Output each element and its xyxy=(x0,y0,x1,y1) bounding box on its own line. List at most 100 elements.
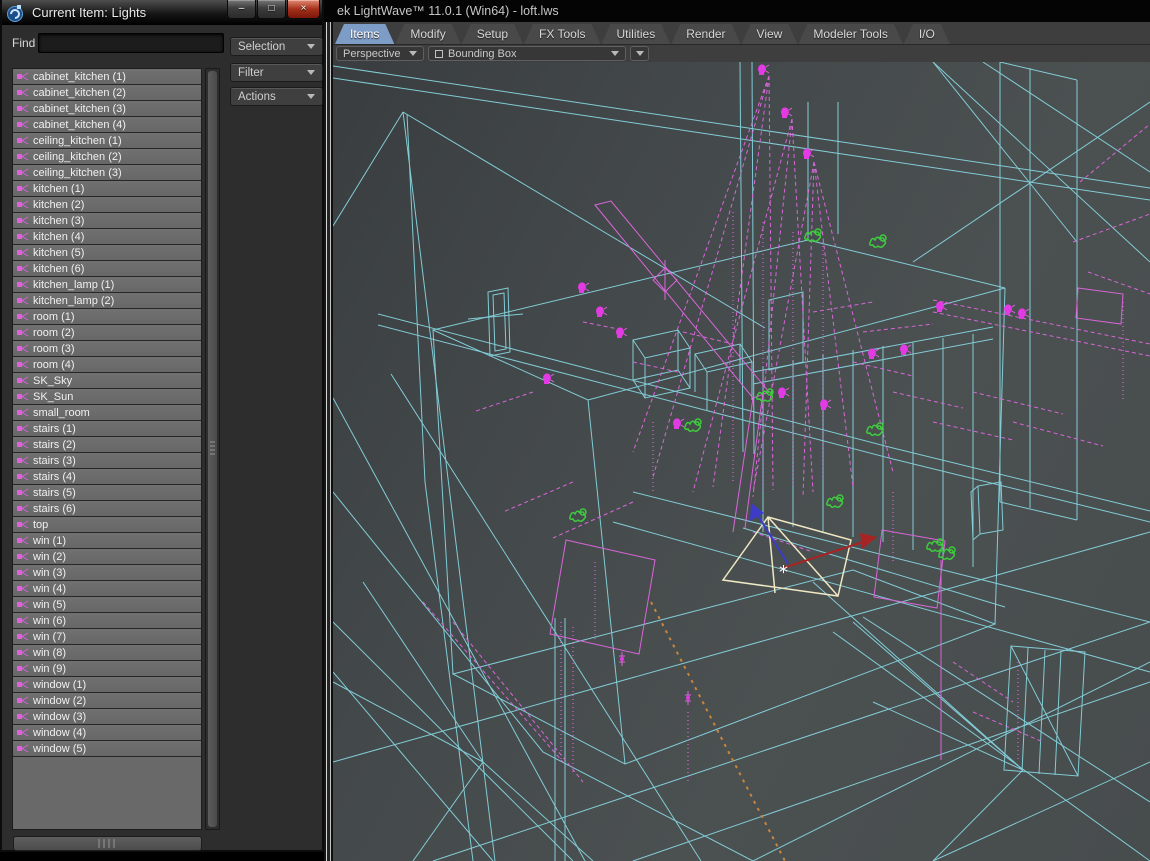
spotlight-icon xyxy=(17,552,29,561)
spotlight-icon xyxy=(17,424,29,433)
light-list-item[interactable]: win (5) xyxy=(13,597,201,613)
light-list-item[interactable]: kitchen (4) xyxy=(13,229,201,245)
light-list-item[interactable]: window (3) xyxy=(13,709,201,725)
light-list-item[interactable]: room (4) xyxy=(13,357,201,373)
light-list-item[interactable]: window (2) xyxy=(13,693,201,709)
light-list-item[interactable]: cabinet_kitchen (4) xyxy=(13,117,201,133)
spotlight-icon xyxy=(17,72,29,81)
light-list-item[interactable]: win (4) xyxy=(13,581,201,597)
menu-tab[interactable]: Utilities xyxy=(602,24,671,44)
light-list-item[interactable]: window (4) xyxy=(13,725,201,741)
light-list-item[interactable]: kitchen (5) xyxy=(13,245,201,261)
light-list-item[interactable]: SK_Sun xyxy=(13,389,201,405)
menu-tab[interactable]: Setup xyxy=(462,24,523,44)
chevron-down-icon xyxy=(307,44,315,49)
spotlight-icon xyxy=(17,488,29,497)
light-list-item[interactable]: stairs (6) xyxy=(13,501,201,517)
light-list-item[interactable]: window (1) xyxy=(13,677,201,693)
horizontal-scrollbar[interactable] xyxy=(13,836,202,851)
light-list-item[interactable]: room (2) xyxy=(13,325,201,341)
menu-tab[interactable]: Items xyxy=(335,24,394,44)
light-list-item[interactable]: ceiling_kitchen (3) xyxy=(13,165,201,181)
menu-tab[interactable]: Modeler Tools xyxy=(798,24,902,44)
view-mode-dropdown[interactable]: Perspective xyxy=(336,46,424,61)
light-list-item[interactable]: top xyxy=(13,517,201,533)
spotlight-icon xyxy=(17,648,29,657)
light-list-item[interactable]: ceiling_kitchen (2) xyxy=(13,149,201,165)
maximize-button[interactable]: □ xyxy=(257,0,286,19)
spotlight-icon xyxy=(17,104,29,113)
wireframe-scene: * xyxy=(333,62,1150,861)
spotlight-icon xyxy=(17,456,29,465)
spotlight-icon xyxy=(17,680,29,689)
display-mode-dropdown[interactable]: Bounding Box xyxy=(428,46,626,61)
light-list-item[interactable]: cabinet_kitchen (1) xyxy=(13,69,201,85)
light-list-item[interactable]: win (3) xyxy=(13,565,201,581)
dropdown-button[interactable]: Filter xyxy=(230,63,323,82)
light-list-item[interactable]: kitchen (2) xyxy=(13,197,201,213)
pivot-marker: * xyxy=(779,562,788,583)
light-list-item[interactable]: win (7) xyxy=(13,629,201,645)
light-list-item[interactable]: small_room xyxy=(13,405,201,421)
spotlight-icon xyxy=(17,504,29,513)
panel-window-buttons: – □ × xyxy=(227,0,320,19)
viewport-toolbar: Perspective Bounding Box xyxy=(333,45,1150,62)
menu-tab[interactable]: Render xyxy=(671,24,740,44)
menu-tab[interactable]: I/O xyxy=(904,24,950,44)
light-list-item[interactable]: win (8) xyxy=(13,645,201,661)
light-list-item[interactable]: kitchen (6) xyxy=(13,261,201,277)
minimize-button[interactable]: – xyxy=(227,0,256,19)
light-list-item[interactable]: kitchen_lamp (2) xyxy=(13,293,201,309)
spotlight-icon xyxy=(17,216,29,225)
perspective-viewport[interactable]: * xyxy=(333,62,1150,861)
light-list-item[interactable]: kitchen (3) xyxy=(13,213,201,229)
panel-menu-column: Selection Filter Actions xyxy=(230,37,323,111)
menu-tab[interactable]: Modify xyxy=(395,24,460,44)
light-list-item[interactable]: win (2) xyxy=(13,549,201,565)
spotlight-icon xyxy=(17,520,29,529)
spotlight-icon xyxy=(17,200,29,209)
light-list-item[interactable]: room (1) xyxy=(13,309,201,325)
spotlight-icon xyxy=(17,328,29,337)
menu-tab[interactable]: FX Tools xyxy=(524,24,600,44)
light-list-item[interactable]: stairs (3) xyxy=(13,453,201,469)
light-list-item[interactable]: kitchen (1) xyxy=(13,181,201,197)
dropdown-button[interactable]: Actions xyxy=(230,87,323,106)
vertical-scrollbar-thumb[interactable] xyxy=(208,71,217,827)
lightwave-logo-icon xyxy=(6,4,24,22)
spotlight-icon xyxy=(17,264,29,273)
chevron-down-icon xyxy=(611,51,619,56)
dropdown-button[interactable]: Selection xyxy=(230,37,323,56)
chevron-down-icon xyxy=(409,51,417,56)
light-list-item[interactable]: stairs (2) xyxy=(13,437,201,453)
light-list-item[interactable]: win (6) xyxy=(13,613,201,629)
menu-tab-bar: Items Modify Setup FX Tools Utilities Re… xyxy=(333,22,1150,45)
light-list-item[interactable]: kitchen_lamp (1) xyxy=(13,277,201,293)
spotlight-icon xyxy=(17,296,29,305)
menu-tab[interactable]: View xyxy=(742,24,798,44)
light-list-item[interactable]: win (9) xyxy=(13,661,201,677)
vertical-scrollbar[interactable] xyxy=(205,68,220,830)
light-list-item[interactable]: cabinet_kitchen (2) xyxy=(13,85,201,101)
light-list-item[interactable]: win (1) xyxy=(13,533,201,549)
find-input[interactable] xyxy=(38,33,224,53)
light-list-item[interactable]: ceiling_kitchen (1) xyxy=(13,133,201,149)
light-list-item[interactable]: cabinet_kitchen (3) xyxy=(13,101,201,117)
spotlight-icon xyxy=(17,728,29,737)
spotlight-icon xyxy=(17,568,29,577)
display-options-dropdown[interactable] xyxy=(630,46,649,61)
main-window-title: ek LightWave™ 11.0.1 (Win64) - loft.lws xyxy=(337,4,559,18)
spotlight-icon xyxy=(17,88,29,97)
light-list-item[interactable]: room (3) xyxy=(13,341,201,357)
spotlight-icon xyxy=(17,280,29,289)
scrollbar-grip-icon xyxy=(98,839,117,848)
light-list-item[interactable]: stairs (5) xyxy=(13,485,201,501)
light-list-item[interactable]: SK_Sky xyxy=(13,373,201,389)
spotlight-icon xyxy=(17,392,29,401)
light-list-item[interactable]: stairs (4) xyxy=(13,469,201,485)
light-list-item[interactable]: stairs (1) xyxy=(13,421,201,437)
spotlight-icon xyxy=(17,120,29,129)
spotlight-icon xyxy=(17,168,29,177)
close-button[interactable]: × xyxy=(287,0,320,19)
light-list-item[interactable]: window (5) xyxy=(13,741,201,757)
